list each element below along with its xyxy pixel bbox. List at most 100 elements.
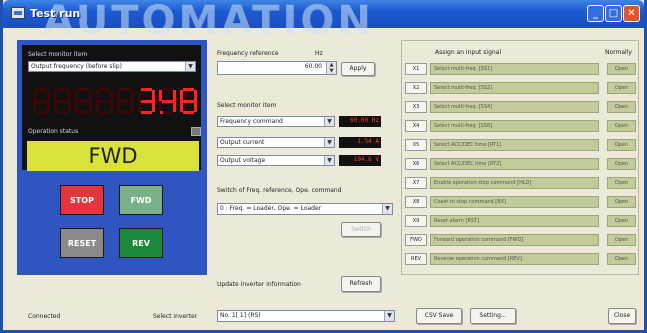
inverter-value: No. 1[ 1] (RS) — [220, 312, 261, 319]
decimal-point — [160, 111, 163, 114]
csv-save-button[interactable]: CSV Save — [416, 308, 462, 324]
switch-select[interactable]: 0 : Freq. = Loader, Ope. = Loader ▼ — [217, 203, 393, 215]
spinner-icon[interactable]: ▲ ▼ — [326, 62, 336, 74]
input-state-field: Open — [607, 139, 636, 151]
window-title: Test run — [30, 7, 81, 20]
input-terminal-fwd[interactable]: FWD — [405, 234, 427, 246]
input-state-field: Open — [607, 253, 636, 265]
input-terminal-x4[interactable]: X4 — [405, 120, 427, 132]
input-signal-field: Forward operation command [FWD] — [430, 234, 599, 246]
segment-digit — [116, 88, 135, 114]
status-indicator — [191, 127, 201, 136]
input-signal-field: Coast to stop command [BX] — [430, 196, 599, 208]
test-run-window: AUTOMATION Test run _ □ ✕ Select monitor… — [0, 0, 647, 333]
monitor-item-value-1: 60.00 Hz — [339, 116, 381, 127]
monitor-display-panel: Select monitor item Output frequency (be… — [22, 45, 202, 171]
assign-signal-header: Assign an input signal — [435, 49, 502, 56]
switch-value: 0 : Freq. = Loader, Ope. = Loader — [220, 205, 322, 212]
input-signal-field: Reset alarm [RST] — [430, 215, 599, 227]
bottom-bar: Connected Select inverter No. 1[ 1] (RS)… — [3, 300, 644, 330]
input-state-field: Open — [607, 215, 636, 227]
input-signal-field: Select multi-freq. [SS4] — [430, 101, 599, 113]
input-state-field: Open — [607, 158, 636, 170]
stop-button[interactable]: STOP — [60, 185, 104, 215]
maximize-button[interactable]: □ — [605, 5, 622, 22]
input-terminal-rev[interactable]: REV — [405, 253, 427, 265]
input-signal-field: Reverse operation command [REV] — [430, 253, 599, 265]
input-state-field: Open — [607, 196, 636, 208]
segment-digit — [53, 88, 72, 114]
control-panel: Frequency reference Hz 60.00 ▲ ▼ Apply Se… — [213, 40, 393, 292]
reset-button[interactable]: RESET — [60, 228, 104, 258]
input-terminal-x6[interactable]: X6 — [405, 158, 427, 170]
switch-button[interactable]: Switch — [341, 222, 381, 237]
input-terminal-x5[interactable]: X5 — [405, 139, 427, 151]
monitor-item-value-3: 194.6 V — [339, 155, 381, 166]
segment-digit — [179, 88, 198, 114]
frequency-reference-input[interactable]: 60.00 ▲ ▼ — [217, 61, 337, 75]
frequency-value: 60.00 — [304, 63, 322, 70]
seven-segment-display — [32, 88, 202, 114]
close-window-button[interactable]: ✕ — [623, 5, 640, 22]
monitor-select[interactable]: Output frequency (before slip) ▼ — [28, 61, 196, 72]
input-signal-field: Select multi-freq. [SS2] — [430, 82, 599, 94]
input-signal-field: Select ACC/DEC time [RT1] — [430, 139, 599, 151]
input-signal-field: Enable operation stop command [HLD] — [430, 177, 599, 189]
chevron-down-icon: ▼ — [382, 204, 392, 214]
title-bar[interactable]: AUTOMATION Test run _ □ ✕ — [3, 0, 644, 44]
close-button[interactable]: Close — [608, 308, 636, 324]
monitor-item-select-1[interactable]: Frequency command ▼ — [217, 116, 335, 127]
segment-digit — [95, 88, 114, 114]
update-info-label: Update inverter information — [217, 281, 301, 288]
segment-digit — [32, 88, 51, 114]
input-signal-field: Select multi-freq. [SS8] — [430, 120, 599, 132]
rev-button[interactable]: REV — [119, 228, 163, 258]
segment-digit — [137, 88, 156, 114]
monitor-item-name: Frequency command — [220, 118, 283, 125]
input-terminal-x3[interactable]: X3 — [405, 101, 427, 113]
input-state-field: Open — [607, 234, 636, 246]
watermark: AUTOMATION — [43, 0, 374, 44]
input-terminal-x7[interactable]: X7 — [405, 177, 427, 189]
frequency-reference-label: Frequency reference — [217, 50, 279, 57]
monitor-select-value: Output frequency (before slip) — [31, 63, 122, 70]
switch-label: Switch of Freq. reference, Ope. command — [217, 187, 342, 194]
input-signal-field: Select ACC/DEC time [RT2] — [430, 158, 599, 170]
monitor-select-label: Select monitor item — [28, 51, 88, 58]
monitor-item-value-2: 1.54 A — [339, 137, 381, 148]
segment-digit — [74, 88, 93, 114]
input-state-field: Open — [607, 63, 636, 75]
input-terminal-x9[interactable]: X9 — [405, 215, 427, 227]
frequency-unit: Hz — [315, 50, 323, 57]
input-state-field: Open — [607, 82, 636, 94]
fwd-button[interactable]: FWD — [119, 185, 163, 215]
input-state-field: Open — [607, 177, 636, 189]
chevron-down-icon: ▼ — [324, 138, 334, 147]
chevron-down-icon: ▼ — [324, 117, 334, 126]
monitor-item-name: Output current — [220, 139, 265, 146]
input-signal-panel: Assign an input signal Normally X1 Select… — [401, 40, 639, 275]
connection-status: Connected — [28, 313, 61, 320]
monitor-items-label: Select monitor item — [217, 102, 277, 109]
monitor-item-select-2[interactable]: Output current ▼ — [217, 137, 335, 148]
input-terminal-x2[interactable]: X2 — [405, 82, 427, 94]
refresh-button[interactable]: Refresh — [341, 276, 381, 292]
select-inverter-label: Select inverter — [153, 313, 198, 320]
chevron-down-icon: ▼ — [324, 156, 334, 165]
apply-button[interactable]: Apply — [341, 62, 375, 76]
input-terminal-x8[interactable]: X8 — [405, 196, 427, 208]
setting-button[interactable]: Setting... — [470, 308, 516, 324]
minimize-button[interactable]: _ — [587, 5, 604, 22]
operation-status-value: FWD — [27, 141, 199, 171]
input-state-field: Open — [607, 120, 636, 132]
input-terminal-x1[interactable]: X1 — [405, 63, 427, 75]
input-state-field: Open — [607, 101, 636, 113]
monitor-item-name: Output voltage — [220, 157, 266, 164]
operation-panel: Select monitor item Output frequency (be… — [17, 40, 207, 275]
app-icon — [11, 7, 25, 19]
inverter-select[interactable]: No. 1[ 1] (RS) ▼ — [217, 310, 395, 322]
operation-status-label: Operation status — [28, 128, 79, 135]
input-signal-field: Select multi-freq. [SS1] — [430, 63, 599, 75]
chevron-down-icon: ▼ — [185, 62, 195, 71]
monitor-item-select-3[interactable]: Output voltage ▼ — [217, 155, 335, 166]
